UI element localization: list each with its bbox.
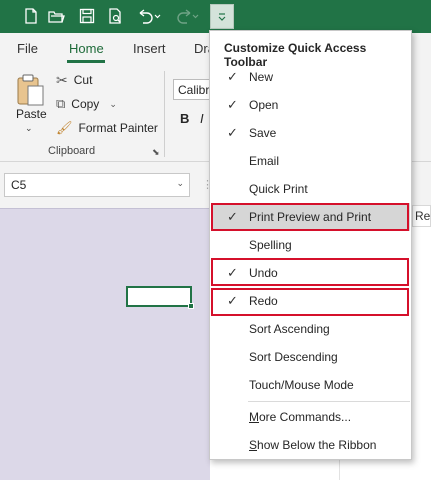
dialog-launcher-icon[interactable]: ⬊ — [152, 147, 160, 158]
group-separator — [164, 71, 165, 157]
cut-label: Cut — [73, 73, 93, 87]
copy-dropdown-icon[interactable]: ⌄ — [109, 99, 117, 110]
menu-item-label: Sort Descending — [249, 350, 338, 364]
menu-item-save[interactable]: ✓ Save — [211, 119, 410, 147]
menu-item-label: Email — [249, 154, 280, 168]
menu-item-label: Show Below the Ribbon — [249, 438, 376, 452]
menu-item-more-commands[interactable]: More Commands... — [211, 403, 410, 431]
menu-item-label-rest: ore Commands... — [259, 410, 352, 424]
new-file-icon[interactable] — [20, 5, 42, 27]
open-folder-icon[interactable] — [45, 5, 67, 27]
highlight-box-undo — [211, 258, 409, 286]
menu-item-label: Save — [249, 126, 277, 140]
highlight-box-print-preview — [211, 203, 409, 231]
format-painter-button[interactable]: 🖌 Format Painter — [56, 118, 158, 138]
menu-item-touch-mouse-mode[interactable]: Touch/Mouse Mode — [211, 371, 410, 399]
tab-file[interactable]: File — [17, 41, 38, 56]
copy-button[interactable]: ⧉ Copy ⌄ — [56, 94, 117, 114]
save-icon[interactable] — [76, 5, 98, 27]
menu-item-sort-ascending[interactable]: Sort Ascending — [211, 315, 410, 343]
name-box[interactable]: C5 ⌄ — [4, 173, 190, 197]
cut-button[interactable]: ✂ Cut — [56, 70, 92, 90]
menu-item-spelling[interactable]: Spelling — [211, 231, 410, 259]
italic-button[interactable]: I — [200, 111, 204, 126]
highlight-box-redo — [211, 288, 409, 316]
tab-home[interactable]: Home — [69, 41, 104, 56]
menu-item-quick-print[interactable]: Quick Print — [211, 175, 410, 203]
clipboard-group-label: Clipboard — [48, 145, 96, 157]
menu-separator — [248, 401, 410, 402]
partial-tooltip: Re — [412, 205, 431, 227]
menu-item-label: Sort Ascending — [249, 322, 330, 336]
tab-insert[interactable]: Insert — [133, 41, 166, 56]
paste-icon — [17, 74, 44, 106]
accelerator-key: M — [249, 410, 259, 424]
menu-item-label: Quick Print — [249, 182, 308, 196]
active-cell-c5[interactable] — [126, 286, 192, 307]
customize-qat-menu: Customize Quick Access Toolbar ✓ New ✓ O… — [209, 30, 412, 460]
menu-item-label: Spelling — [249, 238, 292, 252]
active-tab-indicator — [67, 60, 105, 63]
bold-button[interactable]: B — [180, 111, 189, 126]
menu-item-label-rest: how Below the Ribbon — [257, 438, 377, 452]
customize-qat-icon[interactable] — [210, 4, 234, 29]
paste-dropdown-icon[interactable]: ⌄ — [25, 123, 33, 134]
accelerator-key: S — [249, 438, 258, 452]
checkmark-icon: ✓ — [227, 69, 238, 84]
chevron-down-icon[interactable]: ⌄ — [176, 178, 184, 189]
print-preview-icon[interactable] — [104, 5, 126, 27]
menu-item-new[interactable]: ✓ New — [211, 63, 410, 91]
title-bar — [0, 0, 431, 33]
copy-icon: ⧉ — [56, 96, 66, 111]
paste-label[interactable]: Paste — [16, 107, 47, 121]
checkmark-icon: ✓ — [227, 125, 238, 140]
redo-icon[interactable] — [172, 5, 202, 27]
menu-item-email[interactable]: Email — [211, 147, 410, 175]
scissors-icon: ✂ — [56, 71, 68, 88]
format-painter-icon: 🖌 — [56, 120, 73, 135]
paste-button[interactable] — [12, 73, 48, 110]
worksheet-grid-area[interactable] — [0, 208, 210, 480]
menu-item-label: Touch/Mouse Mode — [249, 378, 354, 392]
menu-item-label: Open — [249, 98, 279, 112]
menu-item-open[interactable]: ✓ Open — [211, 91, 410, 119]
format-painter-label: Format Painter — [78, 121, 158, 135]
menu-item-sort-descending[interactable]: Sort Descending — [211, 343, 410, 371]
menu-item-label: More Commands... — [249, 410, 351, 424]
menu-item-show-below-ribbon[interactable]: Show Below the Ribbon — [211, 431, 410, 459]
fill-handle[interactable] — [188, 303, 194, 309]
copy-label: Copy — [71, 97, 100, 111]
checkmark-icon: ✓ — [227, 97, 238, 112]
undo-icon[interactable] — [134, 5, 164, 27]
name-box-value: C5 — [11, 178, 27, 192]
menu-item-label: New — [249, 70, 274, 84]
